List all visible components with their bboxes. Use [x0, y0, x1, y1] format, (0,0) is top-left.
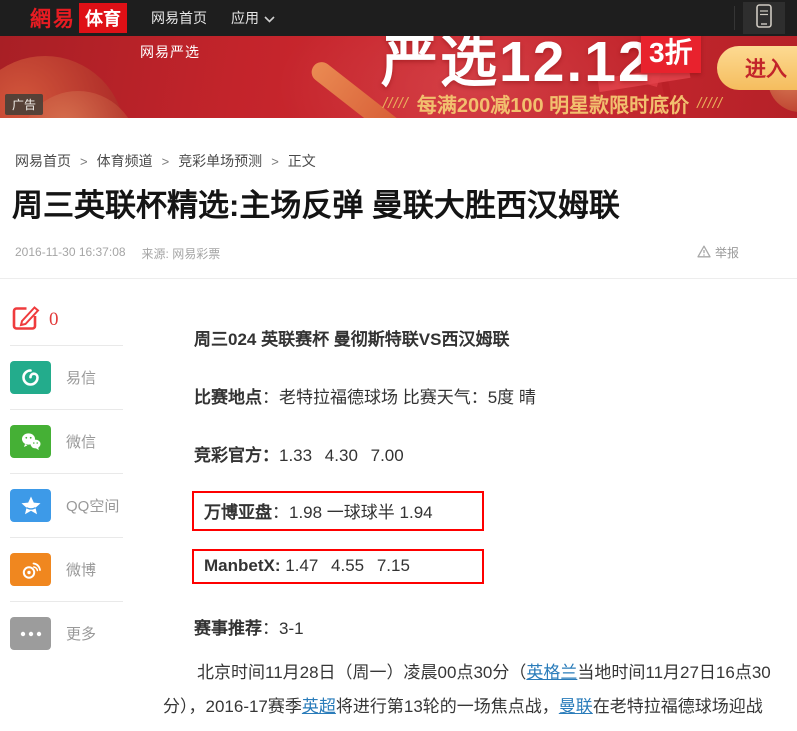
header-divider — [0, 278, 797, 279]
sidebar-divider — [10, 537, 123, 538]
compose-pen-icon — [10, 303, 40, 338]
netease-sports-logo[interactable]: 網易 体育 — [30, 3, 127, 33]
banner-promo-text: ///// 每满200减100 明星款限时底价 ///// — [383, 89, 723, 118]
venue-line: 比赛地点：老特拉福德球场 比赛天气：5度 晴 — [163, 383, 536, 408]
warning-triangle-icon — [697, 245, 711, 261]
sidebar-divider — [10, 473, 123, 474]
share-label: 微博 — [66, 559, 96, 580]
recommend-value: ：3-1 — [262, 619, 304, 638]
share-item-weibo[interactable]: 微博 — [10, 545, 123, 594]
article-datetime: 2016-11-30 16:37:08 — [15, 245, 126, 262]
share-label: 更多 — [66, 623, 96, 644]
article-paragraph: 北京时间11月28日（周一）凌晨00点30分（英格兰当地时间11月27日16点3… — [163, 656, 787, 724]
chevron-down-icon — [264, 10, 275, 26]
qzone-star-icon — [10, 489, 51, 522]
odds-values: 1.33 4.30 7.00 — [279, 446, 404, 465]
breadcrumb: 网易首页 > 体育频道 > 竞彩单场预测 > 正文 — [15, 151, 316, 171]
share-label: QQ空间 — [66, 495, 119, 516]
nav-apps-link[interactable]: 应用 — [231, 8, 275, 28]
venue-value: ：老特拉福德球场 比赛天气：5度 晴 — [262, 388, 536, 407]
report-button[interactable]: 举报 — [697, 244, 739, 261]
page-title: 周三英联杯精选:主场反弹 曼联大胜西汉姆联 — [12, 180, 620, 225]
sidebar-divider — [10, 601, 123, 602]
breadcrumb-separator: > — [162, 154, 170, 169]
share-sidebar: 0 易信 微信 — [10, 302, 123, 658]
banner-discount-value: 3折 — [649, 37, 693, 69]
share-label: 微信 — [66, 431, 96, 452]
phone-icon — [755, 4, 773, 33]
banner-promo-decor-right: ///// — [697, 95, 723, 112]
official-odds-line: 竞彩官方：1.33 4.30 7.00 — [163, 441, 404, 466]
yixin-icon — [10, 361, 51, 394]
link-england[interactable]: 英格兰 — [526, 663, 577, 682]
mobile-app-button[interactable] — [743, 2, 785, 34]
logo-netease-text: 網易 — [30, 3, 76, 33]
manbetx-highlight-box: ManbetX: 1.47 4.55 7.15 — [192, 549, 484, 584]
banner-promo-decor-left: ///// — [383, 95, 409, 112]
sidebar-divider — [10, 409, 123, 410]
ad-banner[interactable]: 网易严选 严选12.12 低至 3折 ///// 每满200减100 明星款限时… — [0, 36, 797, 118]
share-label: 易信 — [66, 367, 96, 388]
breadcrumb-separator: > — [271, 154, 279, 169]
share-item-more[interactable]: 更多 — [10, 609, 123, 658]
match-header: 周三024 英联赛杯 曼彻斯特联VS西汉姆联 — [163, 325, 510, 350]
nav-home-link[interactable]: 网易首页 — [151, 8, 207, 28]
handicap-highlight-box: 万博亚盘：1.98 一球球半 1.94 — [192, 491, 484, 531]
breadcrumb-link-prediction[interactable]: 竞彩单场预测 — [178, 151, 262, 171]
navbar-divider — [734, 6, 735, 30]
breadcrumb-separator: > — [80, 154, 88, 169]
logo-sports-text: 体育 — [79, 3, 127, 33]
venue-label: 比赛地点 — [194, 388, 262, 407]
handicap-label: 万博亚盘 — [204, 503, 272, 522]
breadcrumb-link-home[interactable]: 网易首页 — [15, 151, 71, 171]
recommend-line: 赛事推荐：3-1 — [163, 614, 304, 639]
share-item-yixin[interactable]: 易信 — [10, 353, 123, 402]
banner-discount-badge: 低至 3折 — [641, 36, 701, 73]
banner-enter-button[interactable]: 进入 — [717, 46, 797, 90]
breadcrumb-link-sports[interactable]: 体育频道 — [97, 151, 153, 171]
link-premier-league[interactable]: 英超 — [302, 697, 336, 716]
link-man-utd[interactable]: 曼联 — [559, 697, 593, 716]
comment-compose-button[interactable]: 0 — [10, 302, 123, 338]
banner-brand: 网易严选 — [140, 42, 200, 62]
ad-label-badge: 广告 — [5, 94, 43, 115]
article-source: 来源: 网易彩票 — [142, 245, 221, 262]
more-dots-icon — [10, 617, 51, 650]
manbetx-values: 1.47 4.55 7.15 — [285, 556, 410, 575]
share-item-qzone[interactable]: QQ空间 — [10, 481, 123, 530]
wechat-icon — [10, 425, 51, 458]
weibo-icon — [10, 553, 51, 586]
handicap-value: ：1.98 一球球半 1.94 — [272, 503, 433, 522]
top-navbar: 網易 体育 网易首页 应用 — [0, 0, 797, 36]
share-item-wechat[interactable]: 微信 — [10, 417, 123, 466]
odds-label: 竞彩官方 — [194, 446, 262, 465]
recommend-label: 赛事推荐 — [194, 619, 262, 638]
article-meta: 2016-11-30 16:37:08 来源: 网易彩票 — [15, 245, 220, 262]
manbetx-label: ManbetX: — [204, 556, 281, 575]
breadcrumb-current: 正文 — [288, 151, 316, 171]
comment-count: 0 — [49, 309, 59, 331]
sidebar-divider — [10, 345, 123, 346]
